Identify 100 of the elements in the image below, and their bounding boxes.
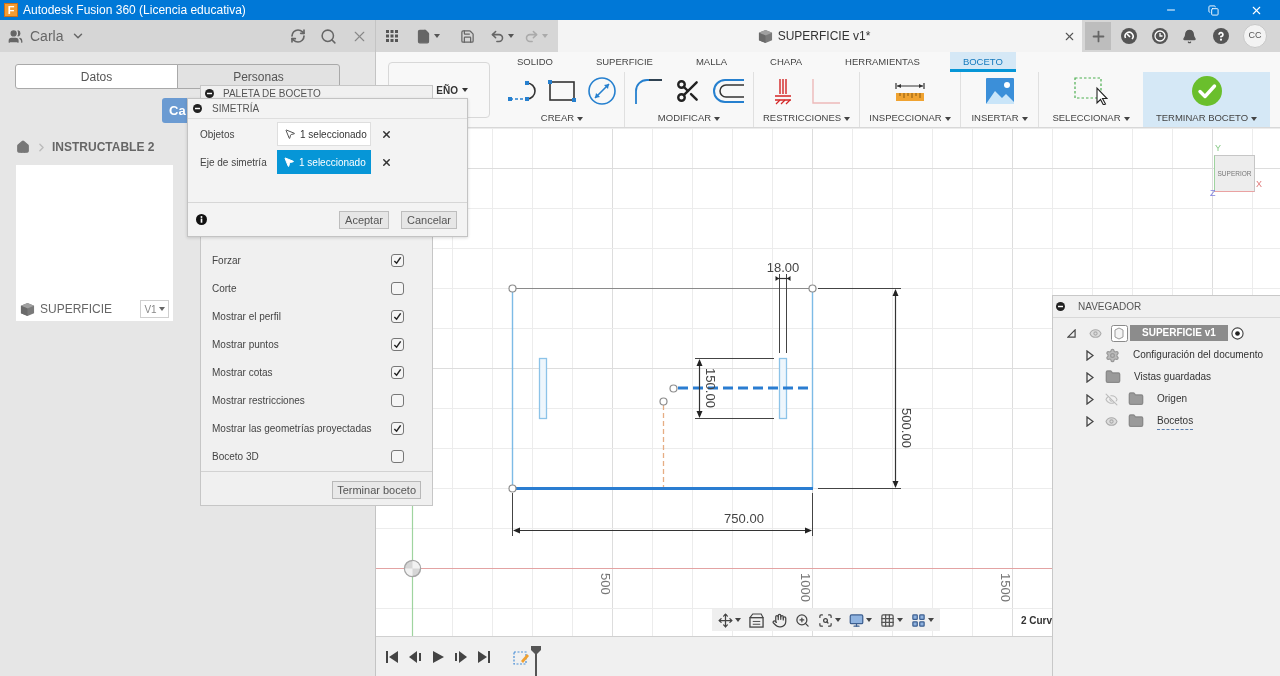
tree-item[interactable]: Origen xyxy=(1157,391,1187,407)
gauge-icon[interactable] xyxy=(1121,28,1137,44)
breadcrumb-text[interactable]: INSTRUCTABLE 2 xyxy=(52,138,155,156)
panel-title: PALETA DE BOCETO xyxy=(223,88,321,99)
finish-sketch-button[interactable]: Terminar boceto xyxy=(332,481,421,499)
refresh-icon[interactable] xyxy=(290,28,306,44)
rounded-corner-icon[interactable] xyxy=(633,77,663,105)
tool-group-menu[interactable]: INSPECCIONAR xyxy=(869,110,951,127)
ribbon-tab[interactable]: SOLIDO xyxy=(504,52,566,72)
component-icon xyxy=(1111,324,1128,342)
dialog-button[interactable]: Aceptar xyxy=(339,210,389,229)
hand-icon[interactable] xyxy=(772,612,787,628)
zoom-fit-icon[interactable] xyxy=(818,612,833,628)
image-icon[interactable] xyxy=(985,78,1014,104)
undo-icon[interactable] xyxy=(490,28,505,44)
four-squares-icon[interactable] xyxy=(911,612,926,628)
save-icon[interactable] xyxy=(460,28,475,44)
avatar[interactable]: CC xyxy=(1243,24,1267,48)
cross-icon[interactable] xyxy=(381,156,392,168)
option-label: Mostrar restricciones xyxy=(212,393,305,408)
restore-icon[interactable] xyxy=(1208,4,1219,16)
tool-group-menu[interactable]: SELECCIONAR xyxy=(1052,110,1130,127)
caret-icon xyxy=(1021,116,1028,121)
zoom-icon[interactable] xyxy=(795,612,810,628)
dialog-title: SIMETRÍA xyxy=(212,101,260,116)
tree-item[interactable]: Vistas guardadas xyxy=(1134,369,1212,385)
caret-icon xyxy=(714,116,721,121)
app-grid-icon[interactable] xyxy=(386,30,398,42)
collapsed-triangle-icon[interactable] xyxy=(1086,393,1094,405)
tab[interactable]: Datos xyxy=(15,64,178,89)
ribbon-tab[interactable]: BOCETO xyxy=(949,52,1016,72)
home-icon[interactable] xyxy=(16,140,30,154)
tree-item[interactable]: Bocetos xyxy=(1157,412,1194,430)
four-way-arrow-icon[interactable] xyxy=(718,612,733,628)
version-dropdown[interactable]: V1 xyxy=(140,300,169,318)
checkbox[interactable] xyxy=(391,309,404,323)
ruler-icon[interactable] xyxy=(895,80,925,102)
info-icon[interactable] xyxy=(196,214,207,225)
plus-icon[interactable] xyxy=(1085,22,1111,50)
first-icon[interactable] xyxy=(386,650,398,663)
document-tab[interactable]: SUPERFICIE v1* xyxy=(558,20,1082,52)
option-label: Mostrar puntos xyxy=(212,337,279,352)
file-icon[interactable] xyxy=(416,28,431,44)
grid-icon[interactable] xyxy=(880,612,895,628)
tool-group-menu[interactable]: RESTRICCIONES xyxy=(762,110,851,127)
checkbox[interactable] xyxy=(391,393,404,407)
team-dropdown[interactable]: Carla xyxy=(8,25,86,47)
hatched-lines-icon[interactable] xyxy=(773,77,793,105)
last-icon[interactable] xyxy=(478,650,490,663)
tool-group-menu[interactable]: INSERTAR xyxy=(971,110,1028,127)
offset-curves-icon[interactable] xyxy=(713,78,745,104)
bell-icon[interactable] xyxy=(1182,28,1197,44)
circle-tool-icon[interactable] xyxy=(587,76,617,106)
timeline-marker[interactable] xyxy=(531,646,541,676)
caret-icon xyxy=(508,34,514,38)
cursor-icon xyxy=(283,156,295,168)
collapse-icon[interactable] xyxy=(205,89,214,98)
collapsed-triangle-icon[interactable] xyxy=(1086,415,1094,427)
rectangle-tool-icon[interactable] xyxy=(547,79,577,103)
play-icon[interactable] xyxy=(432,650,444,663)
dimension-text: 150.00 xyxy=(702,368,718,408)
radio-icon[interactable] xyxy=(1230,326,1244,340)
ribbon-tab[interactable]: HERRAMIENTAS xyxy=(832,52,933,72)
monitor-icon[interactable] xyxy=(849,612,864,628)
help-icon[interactable] xyxy=(1213,28,1229,44)
scissors-icon[interactable] xyxy=(675,78,701,104)
collapse-icon[interactable] xyxy=(1056,302,1065,311)
field-label: Objetos xyxy=(200,127,236,142)
checkbox[interactable] xyxy=(391,253,404,267)
expanded-triangle-icon[interactable] xyxy=(1067,328,1076,338)
tree-item[interactable]: Configuración del documento xyxy=(1133,347,1264,363)
collapsed-triangle-icon[interactable] xyxy=(1086,371,1094,383)
cube-icon xyxy=(757,28,773,44)
cross-icon[interactable] xyxy=(381,128,392,140)
selection-field[interactable]: 1 seleccionado xyxy=(277,122,371,146)
cube-icon xyxy=(20,301,35,317)
ribbon-tab[interactable]: MALLA xyxy=(682,52,741,72)
selection-box-icon[interactable] xyxy=(1074,77,1108,105)
previous-icon[interactable] xyxy=(409,650,421,663)
option-label: Forzar xyxy=(212,253,241,268)
checkbox[interactable] xyxy=(391,449,404,463)
tool-group-menu[interactable]: CREAR xyxy=(540,110,584,127)
checkbox[interactable] xyxy=(391,365,404,379)
next-icon[interactable] xyxy=(455,650,467,663)
line-tool-icon[interactable] xyxy=(507,79,537,103)
ribbon-tab[interactable]: CHAPA xyxy=(757,52,816,72)
clock-icon[interactable] xyxy=(1152,28,1168,44)
box-icon[interactable] xyxy=(749,612,764,628)
checkbox[interactable] xyxy=(391,337,404,351)
dialog-button[interactable]: Cancelar xyxy=(400,210,457,229)
tool-group-menu[interactable]: MODIFICAR xyxy=(657,110,721,127)
search-icon[interactable] xyxy=(320,27,337,45)
collapse-icon[interactable] xyxy=(193,104,202,113)
collapsed-triangle-icon[interactable] xyxy=(1086,349,1094,361)
checkbox[interactable] xyxy=(391,281,404,295)
checkbox[interactable] xyxy=(391,421,404,435)
ribbon-tab[interactable]: SUPERFICIE xyxy=(582,52,666,72)
close-icon[interactable] xyxy=(1063,30,1076,43)
design-card[interactable]: SUPERFICIE V1 xyxy=(16,165,173,321)
check-circle-icon[interactable] xyxy=(1191,76,1222,106)
